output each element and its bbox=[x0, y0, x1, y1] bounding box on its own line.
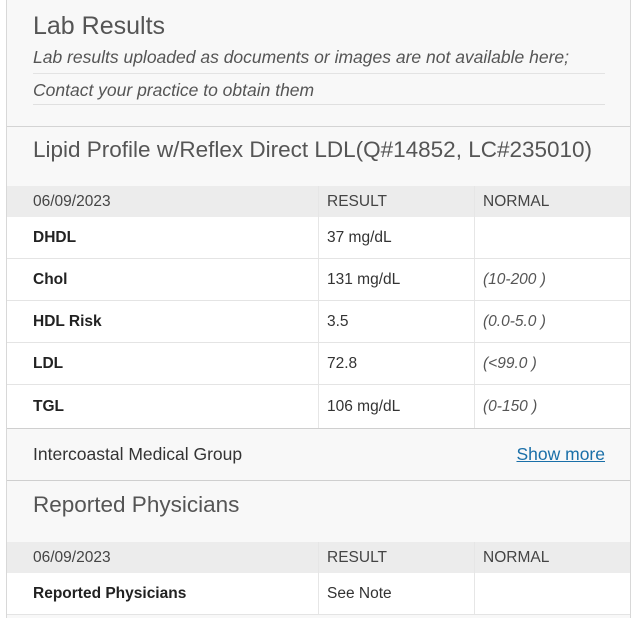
reported-physicians-title: Reported Physicians bbox=[33, 492, 240, 517]
normal-range: (10-200 ) bbox=[483, 270, 546, 288]
table-header-row: 06/09/2023 RESULT NORMAL bbox=[7, 542, 630, 573]
test-name: LDL bbox=[33, 354, 64, 372]
table-row: LDL 72.8 (<99.0 ) bbox=[7, 343, 630, 385]
lipid-results-table: 06/09/2023 RESULT NORMAL DHDL 37 mg/dL C… bbox=[7, 186, 630, 428]
show-more-link[interactable]: Show more bbox=[516, 444, 605, 465]
physicians-table: 06/09/2023 RESULT NORMAL Reported Physic… bbox=[7, 542, 630, 615]
test-name: Chol bbox=[33, 270, 68, 288]
normal-column-header: NORMAL bbox=[483, 548, 550, 566]
test-name: TGL bbox=[33, 397, 64, 415]
test-result: 37 mg/dL bbox=[327, 228, 392, 246]
divider bbox=[33, 73, 605, 74]
test-result: See Note bbox=[327, 584, 392, 602]
normal-column-header: NORMAL bbox=[483, 192, 550, 210]
lab-results-header: Lab Results Lab results uploaded as docu… bbox=[7, 0, 630, 127]
table-row: DHDL 37 mg/dL bbox=[7, 217, 630, 259]
table-row: HDL Risk 3.5 (0.0-5.0 ) bbox=[7, 301, 630, 343]
result-column-header: RESULT bbox=[327, 192, 388, 210]
test-name: Reported Physicians bbox=[33, 584, 187, 602]
normal-range: (<99.0 ) bbox=[483, 354, 537, 372]
lab-results-page: Lab Results Lab results uploaded as docu… bbox=[0, 0, 636, 618]
page-title: Lab Results bbox=[33, 12, 166, 40]
test-result: 72.8 bbox=[327, 354, 358, 372]
lipid-profile-footer: Intercoastal Medical Group Show more bbox=[7, 428, 630, 481]
date-column-header: 06/09/2023 bbox=[33, 192, 111, 210]
lab-results-panel: Lab Results Lab results uploaded as docu… bbox=[6, 0, 631, 618]
table-header-row: 06/09/2023 RESULT NORMAL bbox=[7, 186, 630, 217]
availability-note-line1: Lab results uploaded as documents or ima… bbox=[33, 47, 570, 67]
table-row: TGL 106 mg/dL (0-150 ) bbox=[7, 385, 630, 428]
availability-note-line2: Contact your practice to obtain them bbox=[33, 80, 315, 100]
result-column-header: RESULT bbox=[327, 548, 388, 566]
organization-name: Intercoastal Medical Group bbox=[33, 444, 243, 464]
divider bbox=[33, 104, 605, 105]
test-name: HDL Risk bbox=[33, 312, 102, 330]
test-name: DHDL bbox=[33, 228, 77, 246]
normal-range: (0-150 ) bbox=[483, 397, 538, 415]
test-result: 106 mg/dL bbox=[327, 397, 401, 415]
lipid-profile-title: Lipid Profile w/Reflex Direct LDL(Q#1485… bbox=[33, 137, 593, 162]
normal-range: (0.0-5.0 ) bbox=[483, 312, 546, 330]
test-result: 3.5 bbox=[327, 312, 349, 330]
date-column-header: 06/09/2023 bbox=[33, 548, 111, 566]
table-row: Reported Physicians See Note bbox=[7, 573, 630, 615]
test-result: 131 mg/dL bbox=[327, 270, 401, 288]
table-row: Chol 131 mg/dL (10-200 ) bbox=[7, 259, 630, 301]
